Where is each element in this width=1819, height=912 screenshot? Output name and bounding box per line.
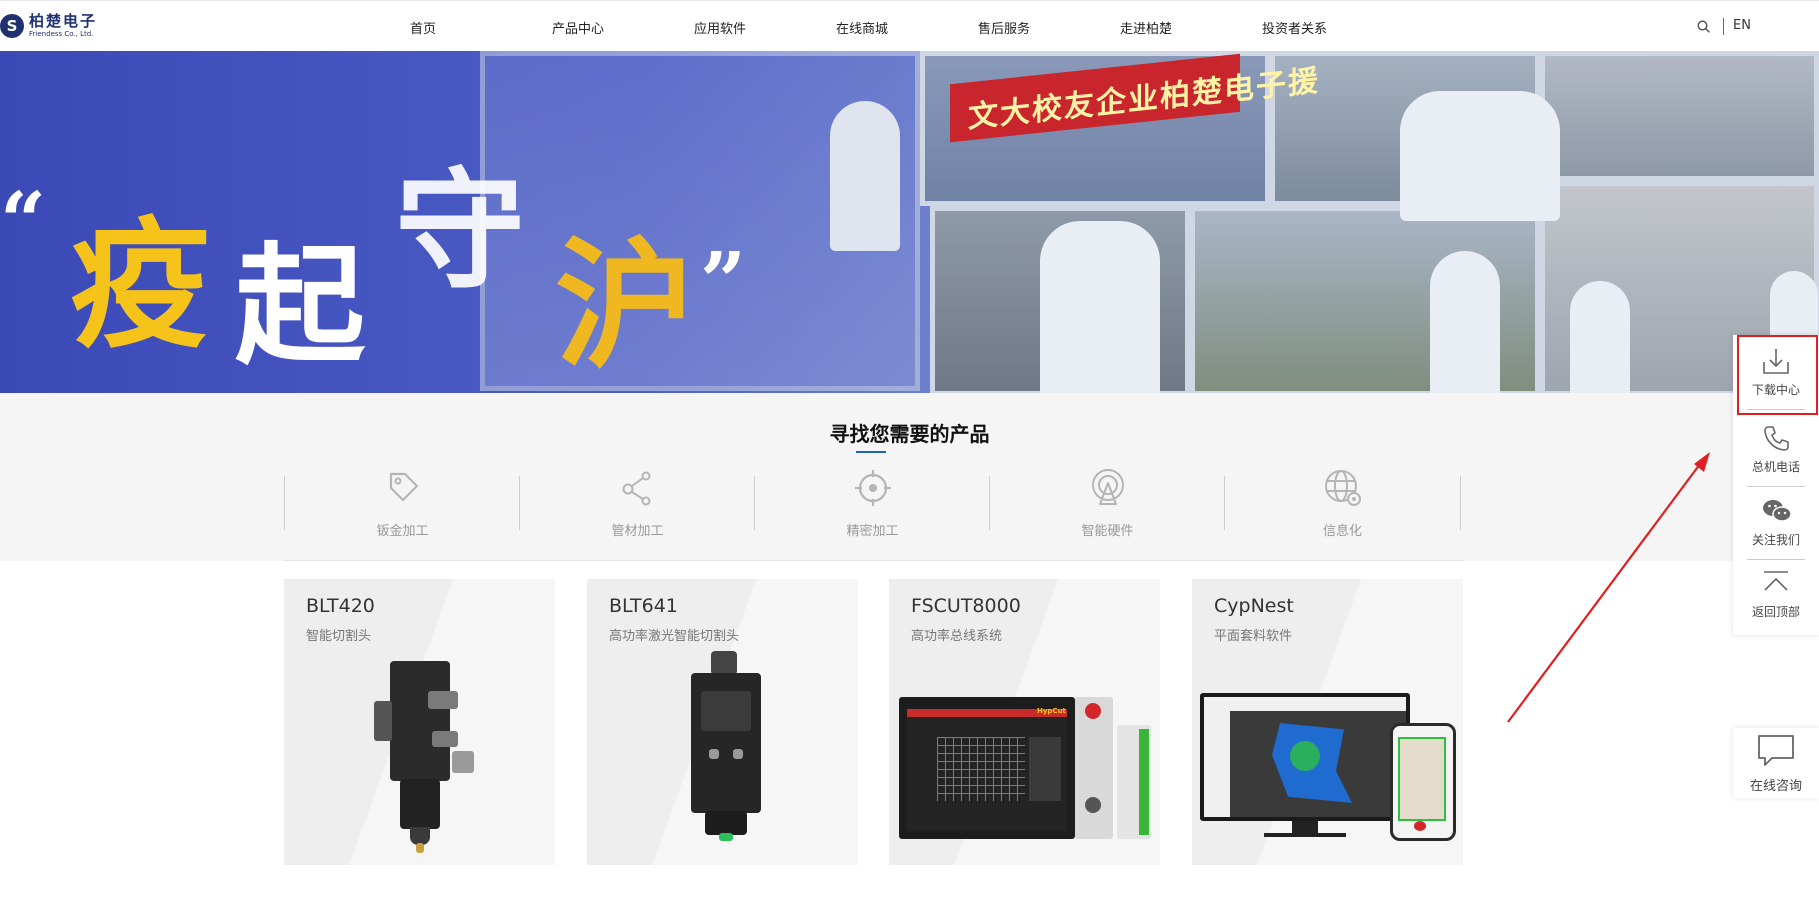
hero-banner[interactable]: 文大校友企业柏楚电子援 “ 疫 起 守 沪 ” (0, 51, 1819, 393)
back-to-top-button[interactable]: 返回顶部 (1733, 557, 1819, 629)
product-card-blt641[interactable]: BLT641 高功率激光智能切割头 (587, 579, 858, 865)
banner-person (1040, 221, 1160, 393)
headline-char: 沪 (555, 224, 696, 388)
category-label: 信息化 (1322, 524, 1362, 539)
product-card-cypnest[interactable]: CypNest 平面套料软件 (1192, 579, 1463, 865)
category-precision[interactable]: 精密加工 (754, 470, 990, 539)
product-image-nesting-software (1200, 693, 1460, 853)
language-switch[interactable]: EN (1733, 18, 1751, 33)
product-card-fscut8000[interactable]: FSCUT8000 高功率总线系统 HypCut (889, 579, 1160, 865)
banner-photo (1540, 51, 1819, 181)
logo-chinese-name: 柏楚电子 (29, 12, 98, 30)
follow-us-button[interactable]: 关注我们 (1733, 485, 1819, 557)
chat-bubble-icon (1758, 735, 1794, 766)
nav-item-about[interactable]: 走进柏楚 (1120, 18, 1172, 37)
banner-person (1430, 251, 1500, 393)
banner-person (1570, 281, 1630, 393)
wechat-icon (1763, 500, 1792, 522)
product-subtitle: 高功率激光智能切割头 (609, 629, 740, 644)
product-image-cutting-head (370, 661, 480, 861)
nav-item-service[interactable]: 售后服务 (978, 18, 1030, 37)
site-header: S 柏楚电子 Friendess Co., Ltd. 首页 产品中心 应用软件 … (0, 0, 1819, 52)
headline-open-quote: “ (0, 174, 47, 268)
screen-brand-label: HypCut (1037, 707, 1066, 715)
nav-item-home[interactable]: 首页 (410, 18, 436, 37)
nav-item-products[interactable]: 产品中心 (552, 18, 604, 37)
product-name: BLT641 (609, 595, 678, 617)
nav-item-shop[interactable]: 在线商城 (836, 18, 888, 37)
category-sheet-metal[interactable]: 钣金加工 (284, 472, 520, 539)
section-title-underline (856, 451, 886, 453)
product-subtitle: 高功率总线系统 (911, 629, 1003, 644)
product-name: FSCUT8000 (911, 595, 1021, 617)
product-subtitle: 智能切割头 (306, 629, 372, 644)
category-tube[interactable]: 管材加工 (519, 471, 755, 539)
share-nodes-icon (622, 471, 651, 506)
product-image-control-system: HypCut (899, 697, 1159, 847)
back-to-top-icon (1764, 571, 1788, 591)
nav-item-software[interactable]: 应用软件 (694, 18, 746, 37)
nav-item-investors[interactable]: 投资者关系 (1262, 18, 1327, 37)
product-subtitle: 平面套料软件 (1214, 629, 1293, 644)
product-name: CypNest (1214, 595, 1294, 617)
logo-mark-icon: S (0, 14, 24, 38)
headline-close-quote: ” (700, 234, 747, 328)
back-to-top-label: 返回顶部 (1751, 605, 1800, 619)
headline-char: 疫 (70, 204, 211, 368)
follow-us-label: 关注我们 (1751, 533, 1800, 547)
product-card-blt420[interactable]: BLT420 智能切割头 (284, 579, 555, 865)
download-center-highlight (1737, 335, 1818, 415)
product-image-cutting-head (677, 651, 777, 861)
category-row: 钣金加工 管材加工 精密加工 智能硬件 信息化 (284, 469, 1464, 539)
phone-label: 总机电话 (1751, 460, 1800, 474)
online-consult-label: 在线咨询 (1749, 779, 1802, 794)
product-name: BLT420 (306, 595, 375, 617)
headline-char: 起 (235, 229, 366, 382)
headline-char: 守 (395, 154, 526, 307)
company-logo[interactable]: S 柏楚电子 Friendess Co., Ltd. (0, 13, 97, 39)
search-icon[interactable] (1697, 20, 1710, 33)
phone-icon (1764, 426, 1789, 451)
phone-button[interactable]: 总机电话 (1733, 412, 1819, 484)
tag-icon (389, 472, 419, 502)
category-label: 精密加工 (846, 524, 899, 539)
section-title: 寻找您需要的产品 (829, 422, 990, 446)
globe-gear-icon (1325, 470, 1361, 506)
banner-person (1400, 91, 1560, 221)
header-separator (1723, 18, 1724, 35)
logo-english-name: Friendess Co., Ltd. (29, 30, 94, 38)
category-label: 钣金加工 (376, 524, 429, 539)
section-divider (284, 560, 1464, 561)
banner-headline: “ 疫 起 守 沪 ” (0, 121, 800, 391)
category-information[interactable]: 信息化 (1224, 470, 1461, 539)
category-label: 管材加工 (611, 524, 664, 539)
category-label: 智能硬件 (1081, 524, 1134, 539)
annotation-arrow (1507, 452, 1710, 723)
online-consult-button[interactable]: 在线咨询 (1733, 728, 1819, 798)
crosshair-icon (855, 470, 891, 506)
signal-tower-icon (1092, 469, 1124, 505)
category-hardware[interactable]: 智能硬件 (989, 469, 1225, 539)
banner-person (830, 101, 900, 251)
